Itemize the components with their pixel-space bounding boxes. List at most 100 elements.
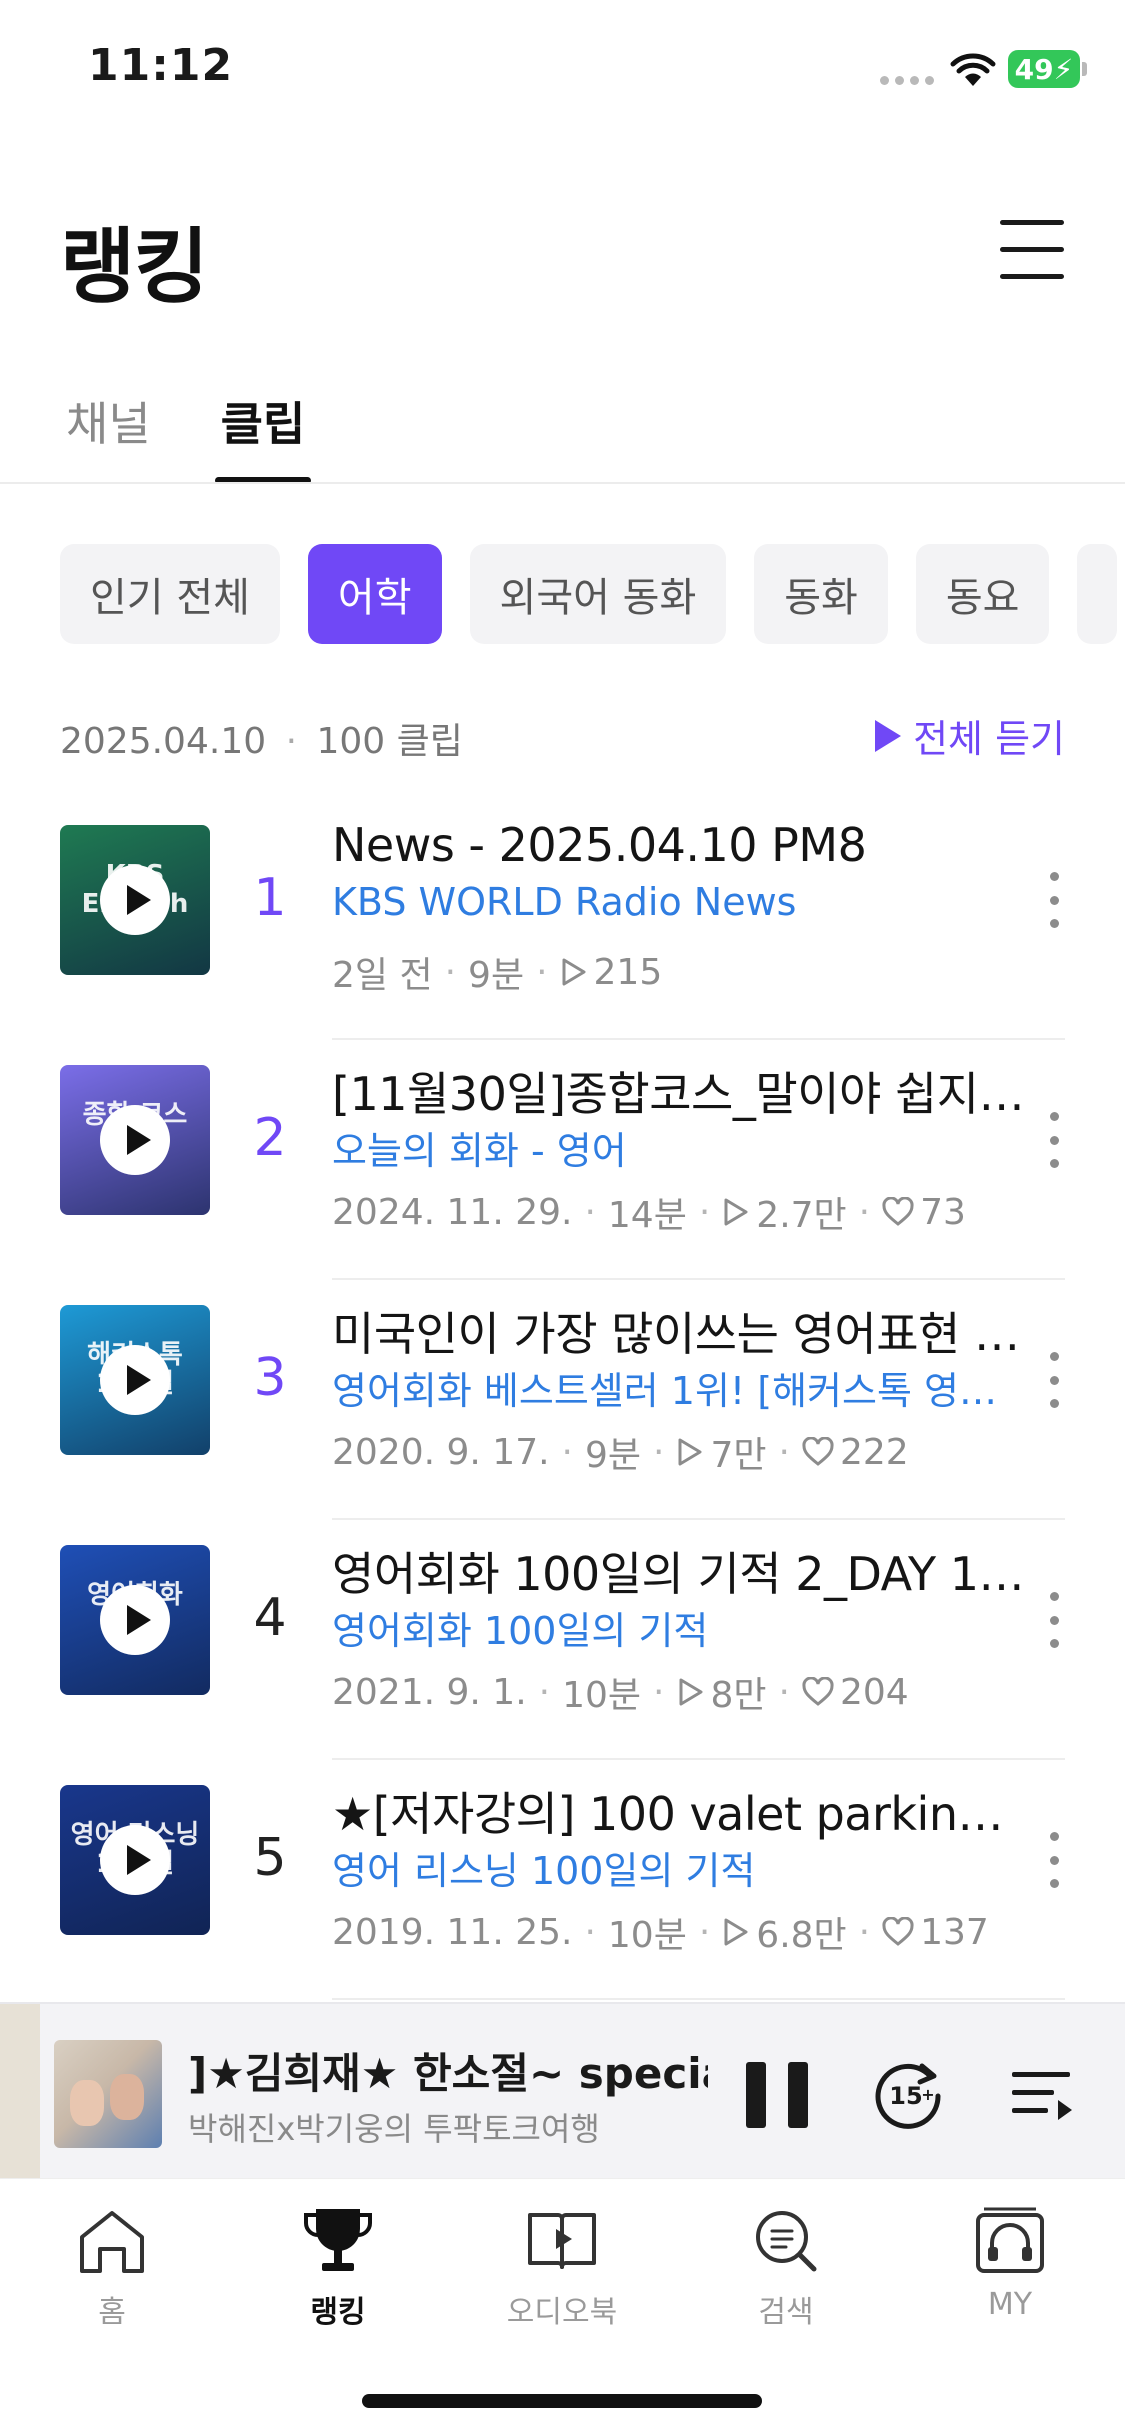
tab-bar: 채널 클립 <box>66 388 311 484</box>
play-icon[interactable] <box>100 1345 170 1415</box>
heart-icon <box>882 1197 914 1226</box>
like-count: 204 <box>839 1671 909 1713</box>
list-item[interactable]: 해커스톡 100일 3 미국인이 가장 많이쓰는 영어표현 #... 영어회화 … <box>0 1280 1125 1520</box>
clip-title[interactable]: News - 2025.04.10 PM8 <box>332 818 1032 872</box>
clip-duration: 9분 <box>468 955 525 996</box>
clip-thumbnail[interactable]: 해커스톡 100일 <box>60 1305 210 1455</box>
search-icon <box>756 2211 817 2272</box>
rank-number: 2 <box>253 1108 287 1168</box>
play-icon[interactable] <box>100 865 170 935</box>
channel-link[interactable]: 오늘의 회화 - 영어 <box>332 1120 1012 1175</box>
clip-title[interactable]: 미국인이 가장 많이쓰는 영어표현 #... <box>332 1298 1032 1364</box>
play-icon[interactable] <box>100 1105 170 1175</box>
trophy-icon <box>304 2209 372 2271</box>
play-count: 215 <box>593 951 663 993</box>
clip-stats: 2일 전 · 9분 · 215 <box>332 946 662 998</box>
list-item[interactable]: 영어 리스닝 100일 5 ★[저자강의] 100 valet parking이… <box>0 1760 1125 2000</box>
more-options-icon[interactable] <box>1050 872 1060 928</box>
battery-nub <box>1082 62 1087 76</box>
clip-thumbnail[interactable]: 종합 코스 <box>60 1065 210 1215</box>
clip-date: 2일 전 <box>332 955 433 996</box>
play-icon <box>875 719 902 752</box>
more-options-icon[interactable] <box>1050 1112 1060 1168</box>
pause-button[interactable] <box>746 2062 808 2128</box>
now-playing-channel[interactable]: 박해진x박기웅의 투팍토크여행 <box>188 2104 708 2150</box>
rank-number: 1 <box>253 868 287 928</box>
clip-date: 2021. 9. 1. <box>332 1671 527 1713</box>
clip-title[interactable]: ★[저자강의] 100 valet parking이… <box>332 1778 1032 1844</box>
chip-language[interactable]: 어학 <box>307 544 442 644</box>
clip-stats: 2020. 9. 17. · 9분 · 7만 · 222 <box>332 1426 909 1478</box>
play-icon[interactable] <box>100 1825 170 1895</box>
list-item[interactable]: KBS English 1 News - 2025.04.10 PM8 KBS … <box>0 800 1125 1040</box>
nav-my[interactable]: MY <box>930 2201 1090 2322</box>
more-options-icon[interactable] <box>1050 1592 1060 1648</box>
hamburger-icon <box>1000 220 1064 225</box>
heart-icon <box>802 1437 834 1466</box>
chip-more[interactable] <box>1077 544 1118 644</box>
status-bar: 11:12 49 ⚡ <box>0 0 1125 140</box>
play-count: 8만 <box>710 1675 767 1716</box>
clip-list: KBS English 1 News - 2025.04.10 PM8 KBS … <box>0 800 1125 2000</box>
clip-thumbnail[interactable]: 영어회화 기적 <box>60 1545 210 1695</box>
mini-player-artwork[interactable] <box>54 2040 162 2148</box>
nav-audiobook-label: 오디오북 <box>506 2295 618 2330</box>
like-count: 137 <box>920 1911 989 1953</box>
play-count-icon <box>724 1918 748 1946</box>
pause-icon <box>746 2062 766 2128</box>
play-count-icon <box>679 1678 702 1706</box>
clip-duration: 10분 <box>607 1915 687 1956</box>
skip-seconds-label: 15 <box>889 2082 922 2110</box>
clip-duration: 9분 <box>585 1435 642 1476</box>
nav-search-label: 검색 <box>758 2295 814 2330</box>
clip-thumbnail[interactable]: 영어 리스닝 100일 <box>60 1785 210 1935</box>
skip-forward-button[interactable]: 15 + <box>868 2054 948 2134</box>
tab-clip[interactable]: 클립 <box>214 388 311 484</box>
channel-link[interactable]: 영어 리스닝 100일의 기적 <box>332 1840 1012 1895</box>
play-count-icon <box>562 958 586 986</box>
like-count: 222 <box>839 1431 909 1473</box>
clip-duration: 14분 <box>607 1195 687 1236</box>
mini-player[interactable]: ]★김희재★ 한소절~ special 박해진x박기웅의 투팍토크여행 15 + <box>0 2002 1125 2180</box>
clip-title[interactable]: 영어회화 100일의 기적 2_DAY 100 <box>332 1538 1032 1604</box>
tab-channel[interactable]: 채널 <box>66 388 151 484</box>
channel-link[interactable]: 영어회화 베스트셀러 1위! [해커스톡 영어… <box>332 1360 1012 1415</box>
heart-icon <box>802 1677 834 1706</box>
chip-foreign-fairy-tale[interactable]: 외국어 동화 <box>469 544 727 644</box>
headphones-icon <box>976 2207 1044 2273</box>
channel-link[interactable]: 영어회화 100일의 기적 <box>332 1600 1012 1655</box>
list-item[interactable]: 영어회화 기적 4 영어회화 100일의 기적 2_DAY 100 영어회화 1… <box>0 1520 1125 1760</box>
play-icon[interactable] <box>100 1585 170 1655</box>
status-time: 11:12 <box>88 40 234 91</box>
like-count: 73 <box>920 1191 966 1233</box>
list-item[interactable]: 종합 코스 2 [11월30일]종합코스_말이야 쉽지.... 오늘의 회화 -… <box>0 1040 1125 1280</box>
book-icon <box>528 2213 596 2269</box>
chip-popular-all[interactable]: 인기 전체 <box>60 544 280 644</box>
wifi-icon <box>950 53 996 86</box>
clip-thumbnail[interactable]: KBS English <box>60 825 210 975</box>
play-count: 2.7만 <box>756 1195 847 1236</box>
nav-home[interactable]: 홈 <box>32 2201 192 2331</box>
rank-number: 3 <box>253 1348 287 1408</box>
nav-ranking[interactable]: 랭킹 <box>258 2201 418 2331</box>
nav-search[interactable]: 검색 <box>706 2201 866 2331</box>
play-count-icon <box>724 1198 748 1226</box>
clip-date: 2024. 11. 29. <box>332 1191 573 1233</box>
play-all-button[interactable]: 전체 듣기 <box>875 708 1065 763</box>
clip-date: 2020. 9. 17. <box>332 1431 550 1473</box>
play-count: 6.8만 <box>756 1915 847 1956</box>
nav-audiobook[interactable]: 오디오북 <box>482 2201 642 2331</box>
rank-number: 5 <box>253 1828 287 1888</box>
more-options-icon[interactable] <box>1050 1832 1060 1888</box>
cellular-signal-icon <box>880 76 934 85</box>
channel-link[interactable]: KBS WORLD Radio News <box>332 880 1012 924</box>
playlist-queue-button[interactable] <box>1010 2062 1074 2126</box>
now-playing-title[interactable]: ]★김희재★ 한소절~ special <box>188 2040 708 2101</box>
chip-nursery-rhyme[interactable]: 동요 <box>915 544 1050 644</box>
more-options-icon[interactable] <box>1050 1352 1060 1408</box>
chip-fairy-tale[interactable]: 동화 <box>754 544 888 644</box>
mini-player-accent <box>0 2004 40 2180</box>
clip-title[interactable]: [11월30일]종합코스_말이야 쉽지.... <box>332 1058 1032 1124</box>
rank-number: 4 <box>253 1588 287 1648</box>
menu-button[interactable] <box>1000 220 1064 280</box>
